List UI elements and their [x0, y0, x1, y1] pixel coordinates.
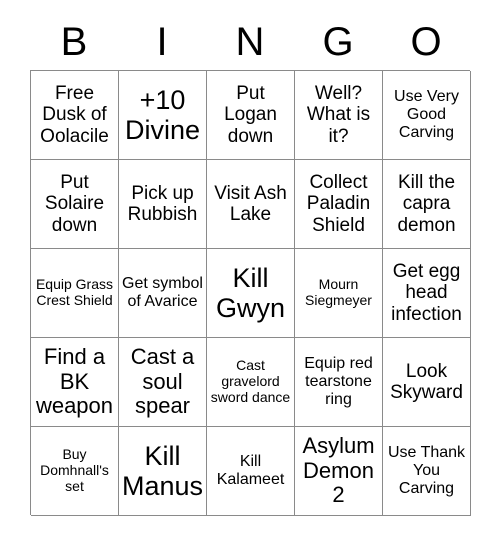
bingo-cell[interactable]: Find a BK weapon	[31, 338, 119, 427]
bingo-cell-label: Well? What is it?	[306, 83, 371, 147]
bingo-cell[interactable]: Pick up Rubbish	[119, 160, 207, 249]
bingo-cell-label: Put Logan down	[224, 83, 277, 147]
bingo-cell[interactable]: Put Logan down	[207, 71, 295, 160]
bingo-cell-label: Use Thank You Carving	[387, 444, 466, 497]
bingo-cell-label: Visit Ash Lake	[214, 182, 287, 225]
bingo-cell[interactable]: Visit Ash Lake	[207, 160, 295, 249]
bingo-cell[interactable]: Use Thank You Carving	[383, 427, 471, 516]
bingo-cell[interactable]: Kill Manus	[119, 427, 207, 516]
bingo-cell[interactable]: Free Dusk of Oolacile	[31, 71, 119, 160]
bingo-cell[interactable]: Collect Paladin Shield	[295, 160, 383, 249]
bingo-header-letter-n: N	[235, 20, 265, 64]
bingo-cell[interactable]: Get symbol of Avarice	[119, 249, 207, 338]
bingo-cell[interactable]: Equip Grass Crest Shield	[31, 249, 119, 338]
bingo-cell[interactable]: Buy Domhnall's set	[31, 427, 119, 516]
bingo-cell-label: Find a BK weapon	[35, 344, 114, 419]
bingo-cell-label: Buy Domhnall's set	[40, 446, 109, 494]
bingo-cell[interactable]: Kill the capra demon	[383, 160, 471, 249]
bingo-cell[interactable]: +10 Divine	[119, 71, 207, 160]
bingo-header-letter-b: B	[60, 20, 88, 64]
bingo-header-letter-g: G	[322, 20, 354, 64]
bingo-cell-label: Equip red tearstone ring	[304, 355, 373, 408]
bingo-grid: Free Dusk of Oolacile +10 Divine Put Logan…	[30, 70, 471, 516]
bingo-cell[interactable]: Put Solaire down	[31, 160, 119, 249]
bingo-cell-label: Cast gravelord sword dance	[210, 357, 291, 405]
bingo-cell-label: Collect Paladin Shield	[306, 172, 371, 236]
bingo-cell-label: Look Skyward	[390, 360, 463, 403]
bingo-cell-label: Kill Manus	[121, 440, 204, 501]
bingo-cell-label: Kill Kalameet	[216, 453, 285, 488]
bingo-cell-label: Cast a soul spear	[130, 344, 195, 419]
bingo-cell[interactable]: Kill Kalameet	[207, 427, 295, 516]
bingo-cell-label: Get symbol of Avarice	[122, 275, 203, 310]
bingo-cell[interactable]: Cast a soul spear	[119, 338, 207, 427]
bingo-cell[interactable]: Kill Gwyn	[207, 249, 295, 338]
bingo-cell[interactable]: Well? What is it?	[295, 71, 383, 160]
bingo-header-letter-o: O	[410, 20, 442, 64]
bingo-cell[interactable]: Mourn Siegmeyer	[295, 249, 383, 338]
bingo-card: B I N G O Free Dusk of Oolacile +10 Divine Put…	[0, 0, 500, 544]
bingo-cell-label: Put Solaire down	[44, 172, 105, 236]
bingo-cell-label: Asylum Demon 2	[302, 433, 375, 508]
bingo-cell-label: +10 Divine	[124, 84, 201, 145]
bingo-header-letter-i: I	[156, 20, 168, 64]
bingo-cell[interactable]: Use Very Good Carving	[383, 71, 471, 160]
bingo-cell-label: Kill Gwyn	[215, 262, 286, 323]
bingo-cell-label: Use Very Good Carving	[394, 88, 459, 141]
bingo-header: BINGO	[30, 14, 470, 70]
bingo-cell[interactable]: Get egg head infection	[383, 249, 471, 338]
bingo-cell-label: Pick up Rubbish	[127, 182, 198, 225]
bingo-cell[interactable]: Look Skyward	[383, 338, 471, 427]
bingo-cell[interactable]: Equip red tearstone ring	[295, 338, 383, 427]
bingo-cell-label: Free Dusk of Oolacile	[40, 83, 109, 147]
bingo-cell-label: Kill the capra demon	[397, 172, 456, 236]
bingo-cell-label: Equip Grass Crest Shield	[35, 276, 114, 308]
bingo-cell[interactable]: Cast gravelord sword dance	[207, 338, 295, 427]
bingo-cell[interactable]: Asylum Demon 2	[295, 427, 383, 516]
bingo-cell-label: Get egg head infection	[391, 261, 462, 325]
bingo-cell-label: Mourn Siegmeyer	[305, 276, 372, 308]
